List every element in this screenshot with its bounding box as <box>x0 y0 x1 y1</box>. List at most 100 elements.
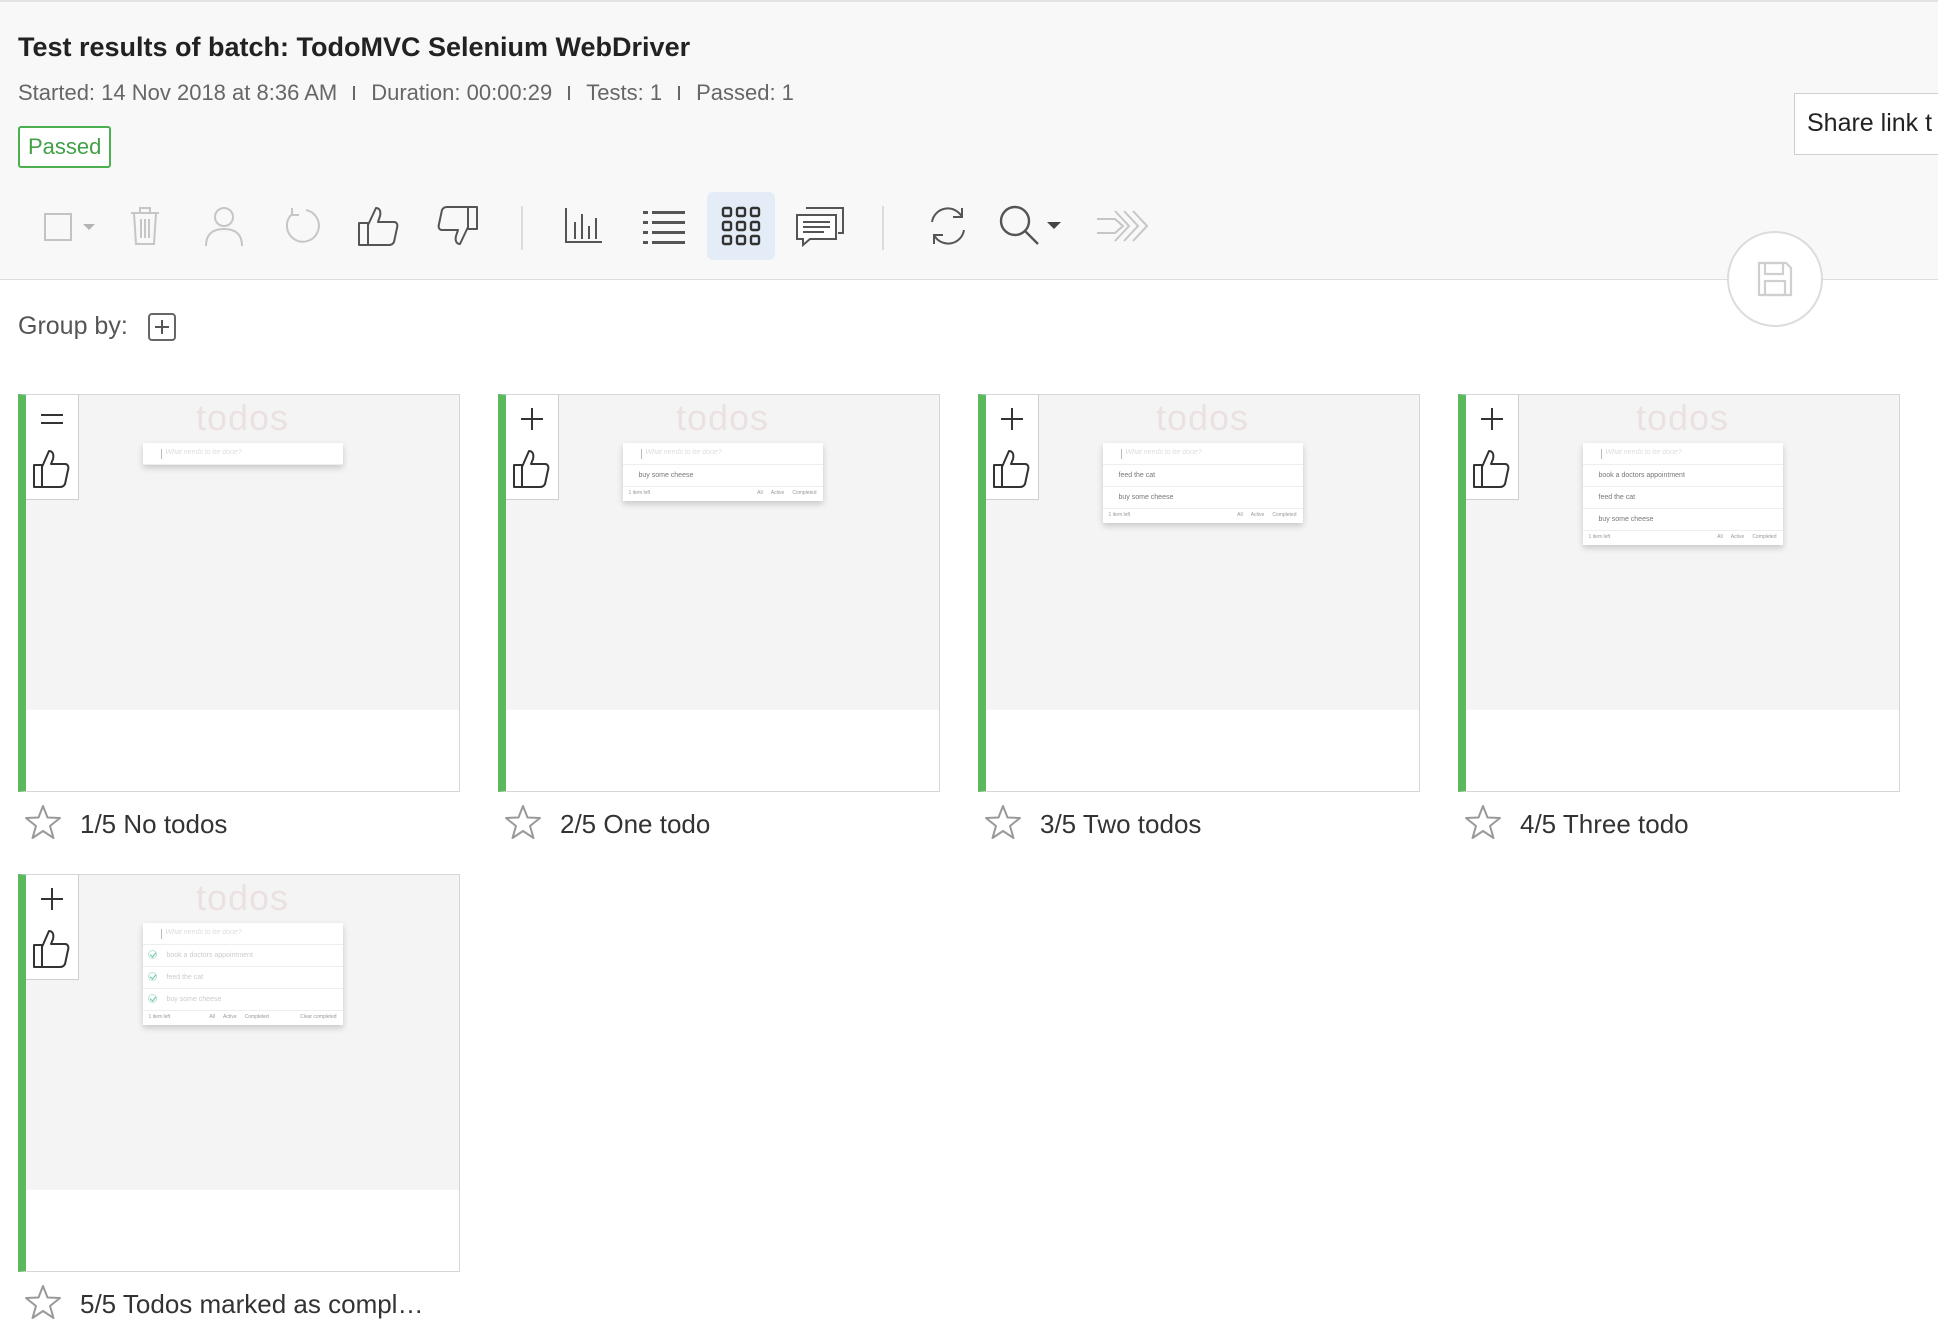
accept-button[interactable] <box>345 192 413 260</box>
thumb-todo-app: What needs to be done? buy some cheese 1 i… <box>622 443 823 501</box>
meta-divider <box>568 86 571 100</box>
result-card[interactable]: todos What needs to be done? 1/5 No todos <box>18 394 460 839</box>
result-card[interactable]: todos What needs to be done? book a doctor… <box>1458 394 1900 839</box>
thumb-todo-app: What needs to be done? feed the cat buy so… <box>1102 443 1303 523</box>
star-icon-svg <box>25 804 61 839</box>
thumb-watermark: todos <box>1635 397 1730 438</box>
check-icon <box>147 994 157 1003</box>
tests-count: Tests: 1 <box>586 80 663 105</box>
card-name[interactable]: 3/5 Two todos <box>1040 809 1201 840</box>
compare-toggle[interactable] <box>38 405 66 433</box>
compare-toggle[interactable] <box>998 405 1026 433</box>
thumbs-up-icon <box>993 450 1030 488</box>
plus-icon <box>1001 408 1023 430</box>
check-icon <box>147 972 157 981</box>
screenshot-thumbnail[interactable]: todos What needs to be done? feed the cat b… <box>978 394 1420 792</box>
screenshot-thumbnail[interactable]: todos What needs to be done? book a doctor… <box>18 874 460 1272</box>
accept-status[interactable] <box>992 447 1032 496</box>
chart-view-button[interactable] <box>550 192 618 260</box>
compare-toggle[interactable] <box>518 405 546 433</box>
thumb-new-todo-input: What needs to be done? <box>622 443 823 465</box>
thumbs-down-icon <box>437 206 478 245</box>
thumb-todo-app: What needs to be done? <box>142 443 343 465</box>
equal-icon <box>41 414 63 424</box>
plus-icon <box>1481 408 1503 430</box>
plus-icon <box>521 408 543 430</box>
thumb-todo-item: feed the cat <box>1582 487 1783 509</box>
duration-text: Duration: 00:00:29 <box>371 80 553 105</box>
grid-view-button[interactable] <box>707 192 775 260</box>
toolbar-divider <box>521 206 523 250</box>
card-name[interactable]: 1/5 No todos <box>80 809 227 840</box>
card-label: 1/5 No todos <box>18 802 478 846</box>
star-icon[interactable] <box>984 804 1022 845</box>
page-title: Test results of batch: TodoMVC Selenium … <box>18 32 691 62</box>
thumb-footer: 1 item left All Active Completed <box>1588 534 1777 540</box>
card-name[interactable]: 5/5 Todos marked as compl… <box>80 1289 423 1320</box>
star-icon[interactable] <box>24 1284 62 1325</box>
comments-button[interactable] <box>786 192 854 260</box>
list-view-button[interactable] <box>630 192 698 260</box>
thumb-todo-item: buy some cheese <box>1582 509 1783 531</box>
result-card[interactable]: todos What needs to be done? book a doctor… <box>18 874 460 1319</box>
group-by-add-button[interactable] <box>147 312 176 341</box>
thumb-todo-item: buy some cheese <box>622 465 823 487</box>
card-actions-overlay <box>506 395 559 500</box>
screenshot-thumbnail[interactable]: todos What needs to be done? buy some chee… <box>498 394 940 792</box>
status-badge: Passed <box>18 126 112 168</box>
card-actions-overlay <box>1466 395 1519 500</box>
result-card[interactable]: todos What needs to be done? buy some chee… <box>498 394 940 839</box>
accept-status[interactable] <box>32 927 72 976</box>
thumb-todo-item: book a doctors appointment <box>1582 465 1783 487</box>
thumb-new-todo-input: What needs to be done? <box>142 443 343 465</box>
thumb-watermark: todos <box>675 397 770 438</box>
thumbs-up-icon <box>358 207 399 246</box>
refresh-button[interactable] <box>914 192 982 260</box>
result-card[interactable]: todos What needs to be done? feed the cat b… <box>978 394 1420 839</box>
screenshot-thumbnail[interactable]: todos What needs to be done? book a doctor… <box>1458 394 1900 792</box>
star-icon[interactable] <box>24 804 62 845</box>
thumb-watermark: todos <box>195 397 290 438</box>
save-button[interactable] <box>1727 231 1823 327</box>
search-button[interactable] <box>996 192 1068 260</box>
thumb-todo-item: buy some cheese <box>1102 487 1303 509</box>
thumbs-up-icon <box>33 450 70 488</box>
bar-chart-icon <box>565 208 602 243</box>
thumb-new-todo-input: What needs to be done? <box>142 923 343 945</box>
thumb-footer: 1 item left All Active Completed Clear compl… <box>148 1014 337 1020</box>
assign-user-button[interactable] <box>190 192 258 260</box>
plus-icon <box>41 888 63 910</box>
accept-status[interactable] <box>32 447 72 496</box>
star-icon-svg <box>505 804 541 839</box>
card-name[interactable]: 4/5 Three todo <box>1520 809 1689 840</box>
card-name[interactable]: 2/5 One todo <box>560 809 710 840</box>
star-icon[interactable] <box>1464 804 1502 845</box>
thumb-watermark: todos <box>195 877 290 918</box>
screenshot-thumbnail[interactable]: todos What needs to be done? <box>18 394 460 792</box>
check-icon <box>147 950 157 959</box>
star-icon[interactable] <box>504 804 542 845</box>
delete-button[interactable] <box>111 192 179 260</box>
user-icon <box>205 207 243 247</box>
undo-button[interactable] <box>268 192 336 260</box>
toolbar-divider <box>882 206 884 250</box>
accept-status[interactable] <box>512 447 552 496</box>
select-checkbox-icon <box>44 213 95 241</box>
started-text: Started: 14 Nov 2018 at 8:36 AM <box>18 80 338 105</box>
reject-button[interactable] <box>423 192 491 260</box>
select-all-dropdown[interactable] <box>28 192 108 260</box>
save-icon <box>1757 261 1793 297</box>
thumbs-up-icon <box>1473 450 1510 488</box>
accept-status[interactable] <box>1472 447 1512 496</box>
comments-icon <box>796 207 844 247</box>
forward-arrows-icon <box>1097 210 1149 242</box>
thumbs-up-icon <box>33 930 70 968</box>
search-icon <box>999 205 1061 245</box>
share-link-tooltip[interactable]: Share link t <box>1794 93 1938 155</box>
group-by: Group by: <box>18 312 176 341</box>
compare-toggle[interactable] <box>1478 405 1506 433</box>
compare-toggle[interactable] <box>38 885 66 913</box>
meta-divider <box>678 86 681 100</box>
thumb-footer: 1 item left All Active Completed <box>628 490 817 496</box>
forward-button[interactable] <box>1086 192 1160 260</box>
